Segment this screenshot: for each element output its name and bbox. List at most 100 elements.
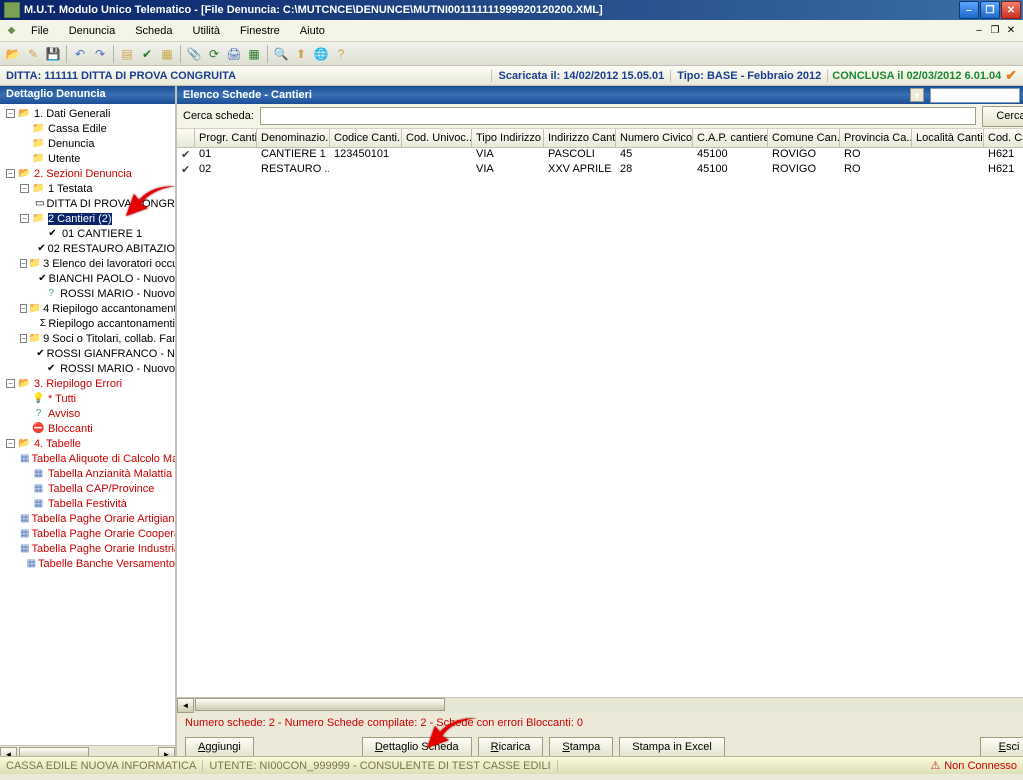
cerca-button[interactable]: Cerca bbox=[982, 106, 1023, 127]
tree-item[interactable]: Tabella CAP/Province bbox=[48, 483, 154, 495]
tree-item[interactable]: Avviso bbox=[48, 408, 80, 420]
menu-scheda[interactable]: Scheda bbox=[125, 23, 182, 39]
check-icon[interactable]: ✔ bbox=[138, 45, 156, 63]
tree-view[interactable]: −📂1. Dati Generali 📁Cassa Edile 📁Denunci… bbox=[0, 104, 175, 745]
tree-item[interactable]: Utente bbox=[48, 153, 80, 165]
refresh-icon[interactable]: ⟳ bbox=[205, 45, 223, 63]
redo-icon[interactable]: ↷ bbox=[91, 45, 109, 63]
tree-item-selected[interactable]: 2 Cantieri (2) bbox=[48, 213, 112, 225]
column-header[interactable]: Denominazio... bbox=[257, 129, 330, 147]
tree-item[interactable]: 4. Tabelle bbox=[34, 438, 81, 450]
edit-icon[interactable]: ✎ bbox=[24, 45, 42, 63]
column-header[interactable]: Provincia Ca... bbox=[840, 129, 912, 147]
menu-utilita[interactable]: Utilità bbox=[183, 23, 231, 39]
table-icon: ▦ bbox=[20, 452, 29, 465]
expand-icon[interactable]: − bbox=[20, 334, 27, 343]
tree-item[interactable]: 3. Riepilogo Errori bbox=[34, 378, 122, 390]
filter-select[interactable] bbox=[930, 88, 1020, 103]
expand-icon[interactable]: − bbox=[20, 214, 29, 223]
column-header[interactable]: Indirizzo Cant... bbox=[544, 129, 616, 147]
tree-item[interactable]: * Tutti bbox=[48, 393, 76, 405]
search-input[interactable] bbox=[260, 107, 976, 125]
menu-aiuto[interactable]: Aiuto bbox=[290, 23, 335, 39]
scroll-thumb[interactable] bbox=[195, 698, 445, 711]
tree-item[interactable]: Riepilogo accantonamenti bbox=[48, 318, 175, 330]
grid-body[interactable]: ✔ 01CANTIERE 1123450101VIAPASCOLI4545100… bbox=[177, 148, 1023, 697]
tree-item[interactable]: Denuncia bbox=[48, 138, 94, 150]
column-header[interactable]: Località Canti... bbox=[912, 129, 984, 147]
expand-icon[interactable]: − bbox=[6, 439, 15, 448]
question-icon: ? bbox=[31, 407, 46, 420]
tree-item[interactable]: Tabella Paghe Orarie Industria bbox=[31, 543, 175, 555]
folder-open-icon: 📂 bbox=[17, 437, 32, 450]
esci-button[interactable]: Esci bbox=[980, 737, 1023, 758]
print-icon[interactable]: 🖨 bbox=[225, 45, 243, 63]
tree-item[interactable]: Tabella Aliquote di Calcolo Mal bbox=[31, 453, 175, 465]
maximize-button[interactable]: ❐ bbox=[980, 1, 1000, 19]
tree-item[interactable]: ROSSI MARIO - Nuovo bbox=[60, 363, 175, 375]
mdi-restore-button[interactable]: ❐ bbox=[987, 23, 1003, 39]
column-header[interactable]: Codice Canti... bbox=[330, 129, 402, 147]
grid-hscroll[interactable]: ◄ ► bbox=[177, 697, 1023, 714]
tree-item[interactable]: 3 Elenco dei lavoratori occupat bbox=[43, 258, 175, 270]
undo-icon[interactable]: ↶ bbox=[71, 45, 89, 63]
bulb-icon: 💡 bbox=[31, 392, 46, 405]
expand-icon[interactable]: − bbox=[6, 169, 15, 178]
dropdown-button[interactable]: ▾ bbox=[910, 88, 924, 102]
tree-item[interactable]: ROSSI GIANFRANCO - N bbox=[47, 348, 175, 360]
tree-item[interactable]: Cassa Edile bbox=[48, 123, 107, 135]
stampa-excel-button[interactable]: Stampa in Excel bbox=[619, 737, 724, 758]
aggiungi-button[interactable]: Aggiungi bbox=[185, 737, 254, 758]
tree-item[interactable]: 02 RESTAURO ABITAZIO bbox=[48, 243, 175, 255]
close-button[interactable]: ✕ bbox=[1001, 1, 1021, 19]
tree-item[interactable]: Tabella Paghe Orarie Artigiani bbox=[31, 513, 175, 525]
export-icon[interactable]: ▦ bbox=[158, 45, 176, 63]
tree-item[interactable]: Tabelle Banche Versamento bbox=[38, 558, 175, 570]
mdi-minimize-button[interactable]: – bbox=[971, 23, 987, 39]
upload-icon[interactable]: ⬆ bbox=[292, 45, 310, 63]
zoom-icon[interactable]: 🔍 bbox=[272, 45, 290, 63]
expand-icon[interactable]: − bbox=[20, 259, 27, 268]
expand-icon[interactable]: − bbox=[6, 379, 15, 388]
column-header[interactable]: Progr. Cantiere bbox=[195, 129, 257, 147]
expand-icon[interactable]: − bbox=[6, 109, 15, 118]
tree-item[interactable]: Tabella Anzianità Malattia bbox=[48, 468, 172, 480]
expand-icon[interactable]: − bbox=[20, 184, 29, 193]
help-icon[interactable]: ? bbox=[332, 45, 350, 63]
tree-item[interactable]: 9 Soci o Titolari, collab. Famil. ( bbox=[43, 333, 175, 345]
scroll-left-button[interactable]: ◄ bbox=[177, 698, 194, 713]
minimize-button[interactable]: – bbox=[959, 1, 979, 19]
menu-finestre[interactable]: Finestre bbox=[230, 23, 290, 39]
tree-item[interactable]: Bloccanti bbox=[48, 423, 93, 435]
column-header[interactable]: Tipo Indirizzo bbox=[472, 129, 544, 147]
stampa-button[interactable]: Stampa bbox=[549, 737, 613, 758]
world-icon[interactable]: 🌐 bbox=[312, 45, 330, 63]
table-row[interactable]: ✔ 01CANTIERE 1123450101VIAPASCOLI4545100… bbox=[177, 148, 1023, 163]
open-icon[interactable]: 📂 bbox=[4, 45, 22, 63]
tree-item[interactable]: 2. Sezioni Denuncia bbox=[34, 168, 132, 180]
column-header[interactable]: Cod. Catast bbox=[984, 129, 1023, 147]
tree-item[interactable]: Tabella Paghe Orarie Cooperat bbox=[31, 528, 175, 540]
column-header[interactable]: Cod. Univoc... bbox=[402, 129, 472, 147]
menu-denuncia[interactable]: Denuncia bbox=[59, 23, 125, 39]
mdi-close-button[interactable]: ✕ bbox=[1003, 23, 1019, 39]
tree-item[interactable]: 1 Testata bbox=[48, 183, 92, 195]
title-bar: M.U.T. Modulo Unico Telematico - [File D… bbox=[0, 0, 1023, 20]
column-header[interactable]: Numero Civico bbox=[616, 129, 693, 147]
save-icon[interactable]: 💾 bbox=[44, 45, 62, 63]
table-row[interactable]: ✔ 02RESTAURO ...VIAXXV APRILE2845100ROVI… bbox=[177, 163, 1023, 178]
ricarica-button[interactable]: Ricarica bbox=[478, 737, 544, 758]
tree-item[interactable]: ROSSI MARIO - Nuovo bbox=[60, 288, 175, 300]
column-header[interactable]: C.A.P. cantiere bbox=[693, 129, 768, 147]
column-header[interactable]: Comune Can... bbox=[768, 129, 840, 147]
attach-icon[interactable]: 📎 bbox=[185, 45, 203, 63]
tree-item[interactable]: BIANCHI PAOLO - Nuovo bbox=[49, 273, 175, 285]
tree-item[interactable]: 1. Dati Generali bbox=[34, 108, 110, 120]
detail-icon[interactable]: ▤ bbox=[118, 45, 136, 63]
tree-item[interactable]: 01 CANTIERE 1 bbox=[62, 228, 142, 240]
excel-icon[interactable]: ▦ bbox=[245, 45, 263, 63]
tree-item[interactable]: Tabella Festività bbox=[48, 498, 127, 510]
tree-item[interactable]: 4 Riepilogo accantonamenti e bbox=[43, 303, 175, 315]
expand-icon[interactable]: − bbox=[20, 304, 27, 313]
menu-file[interactable]: File bbox=[21, 23, 59, 39]
